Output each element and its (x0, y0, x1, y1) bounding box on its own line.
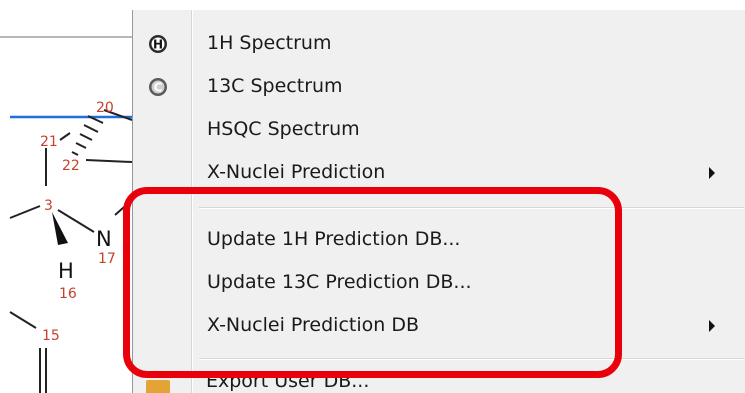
atom-number-15: 15 (42, 328, 60, 344)
hashed-bond (71, 115, 104, 156)
svg-text:C: C (154, 81, 163, 95)
menu-separator (199, 358, 744, 360)
menu-item-label: Update 13C Prediction DB... (207, 271, 472, 293)
atom-number-3: 3 (44, 198, 53, 214)
menu-item-label: X-Nuclei Prediction DB (207, 314, 420, 336)
menu-separator (199, 207, 744, 209)
menu-item-label: X-Nuclei Prediction (207, 161, 386, 183)
menu-item-export-user-db[interactable]: Export User DB... (132, 378, 745, 393)
menu-item-1h-spectrum[interactable]: H 1H Spectrum (133, 24, 745, 64)
atom-hydrogen: H (58, 259, 74, 283)
atom-number-22: 22 (62, 158, 80, 174)
menu-item-update-1h-db[interactable]: Update 1H Prediction DB... (133, 220, 745, 260)
h-spectrum-icon: H (149, 35, 167, 53)
submenu-arrow-icon (709, 320, 715, 332)
menu-item-label: 13C Spectrum (207, 75, 343, 97)
svg-text:H: H (153, 38, 163, 52)
menu-item-update-13c-db[interactable]: Update 13C Prediction DB... (133, 263, 745, 303)
atom-number-21: 21 (40, 134, 58, 150)
atom-number-20: 20 (96, 100, 114, 116)
menu-item-13c-spectrum[interactable]: C 13C Spectrum (133, 67, 745, 107)
molecule-drawing: 20 21 22 3 17 16 15 N H (0, 36, 135, 393)
menu-item-label: 1H Spectrum (207, 32, 332, 54)
atom-number-16: 16 (59, 286, 77, 302)
menu-item-hsqc-spectrum[interactable]: HSQC Spectrum (133, 110, 745, 150)
atom-number-17: 17 (98, 251, 116, 267)
submenu-arrow-icon (709, 167, 715, 179)
c-spectrum-icon: C (149, 78, 167, 96)
folder-icon (146, 380, 170, 393)
menu-item-x-nuclei-prediction[interactable]: X-Nuclei Prediction (133, 153, 745, 193)
menu-item-label: Update 1H Prediction DB... (207, 228, 461, 250)
menu-item-label: HSQC Spectrum (207, 118, 360, 140)
menu-item-x-nuclei-prediction-db[interactable]: X-Nuclei Prediction DB (133, 306, 745, 346)
menu-item-label: Export User DB... (206, 378, 370, 392)
atom-nitrogen: N (96, 227, 112, 251)
wedge-bond (52, 212, 68, 245)
context-menu: H 1H Spectrum C 13C Spectrum HSQC Spectr… (132, 10, 745, 393)
